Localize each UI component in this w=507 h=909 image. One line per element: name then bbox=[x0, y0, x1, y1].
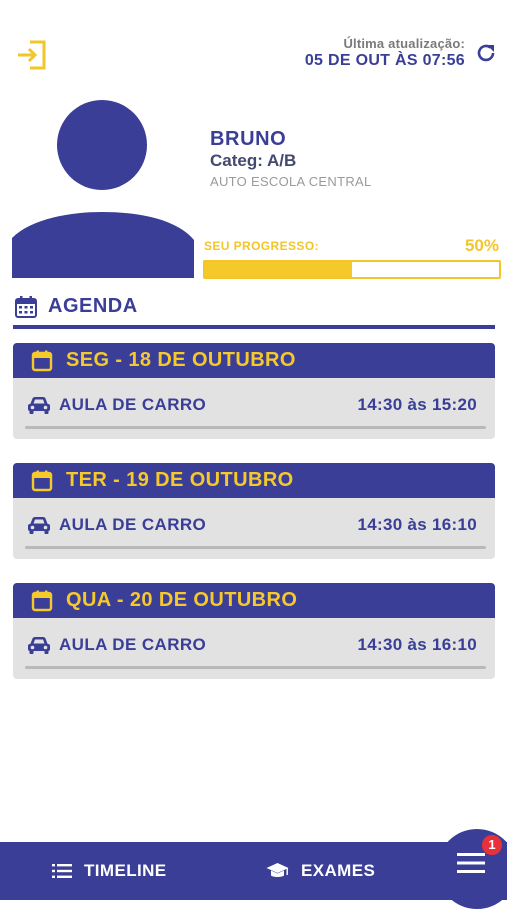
hamburger-icon bbox=[457, 853, 485, 873]
lesson-time: 14:30 às 16:10 bbox=[357, 635, 477, 654]
list-icon bbox=[52, 864, 72, 878]
progress-bar bbox=[203, 260, 501, 279]
agenda-card[interactable]: QUA - 20 DE OUTUBRO AULA DE CARRO 14:30 … bbox=[13, 583, 495, 679]
car-icon bbox=[28, 637, 50, 654]
driving-school: AUTO ESCOLA CENTRAL bbox=[210, 174, 372, 189]
agenda-card[interactable]: SEG - 18 DE OUTUBRO AULA DE CARRO 14:30 … bbox=[13, 343, 495, 439]
card-divider bbox=[25, 426, 486, 429]
lesson-row[interactable]: AULA DE CARRO 14:30 às 15:20 bbox=[13, 378, 495, 430]
calendar-icon bbox=[31, 350, 53, 371]
car-icon bbox=[28, 517, 50, 534]
refresh-icon[interactable] bbox=[475, 42, 497, 64]
progress-value: 50% bbox=[464, 236, 499, 255]
agenda-card[interactable]: TER - 19 DE OUTUBRO AULA DE CARRO 14:30 … bbox=[13, 463, 495, 559]
card-divider bbox=[25, 546, 486, 549]
nav-exames[interactable]: EXAMES bbox=[266, 842, 375, 900]
agenda-card-date: QUA - 20 DE OUTUBRO bbox=[66, 589, 298, 611]
calendar-icon bbox=[15, 296, 37, 318]
card-divider bbox=[25, 666, 486, 669]
logout-icon[interactable] bbox=[14, 38, 48, 72]
last-update-date: 05 DE OUT ÀS 07:56 bbox=[304, 52, 465, 69]
calendar-icon bbox=[31, 590, 53, 611]
nav-timeline-label: TIMELINE bbox=[84, 861, 167, 880]
lesson-time: 14:30 às 15:20 bbox=[357, 395, 477, 414]
lesson-type: AULA DE CARRO bbox=[59, 515, 207, 534]
agenda-divider bbox=[13, 325, 495, 329]
graduation-cap-icon bbox=[266, 863, 289, 877]
avatar bbox=[12, 100, 194, 278]
agenda-card-header[interactable]: SEG - 18 DE OUTUBRO bbox=[13, 343, 495, 378]
calendar-icon bbox=[31, 470, 53, 491]
last-update-label: Última atualização: bbox=[343, 36, 465, 51]
progress-bar-fill bbox=[205, 262, 352, 277]
license-category: Categ: A/B bbox=[210, 151, 297, 170]
lesson-type: AULA DE CARRO bbox=[59, 395, 207, 414]
nav-timeline[interactable]: TIMELINE bbox=[52, 842, 167, 900]
lesson-time: 14:30 às 16:10 bbox=[357, 515, 477, 534]
user-name: BRUNO bbox=[210, 128, 287, 150]
agenda-card-date: SEG - 18 DE OUTUBRO bbox=[66, 349, 296, 371]
agenda-title: AGENDA bbox=[48, 295, 138, 317]
nav-exames-label: EXAMES bbox=[301, 861, 376, 880]
lesson-row[interactable]: AULA DE CARRO 14:30 às 16:10 bbox=[13, 498, 495, 550]
bottom-nav: TIMELINE EXAMES bbox=[0, 842, 507, 900]
lesson-type: AULA DE CARRO bbox=[59, 635, 207, 654]
agenda-card-header[interactable]: TER - 19 DE OUTUBRO bbox=[13, 463, 495, 498]
notification-badge: 1 bbox=[482, 835, 502, 855]
progress-label: SEU PROGRESSO: bbox=[204, 239, 319, 253]
car-icon bbox=[28, 397, 50, 414]
last-update: Última atualização: 05 DE OUT ÀS 07:56 bbox=[305, 36, 465, 70]
agenda-card-date: TER - 19 DE OUTUBRO bbox=[66, 469, 294, 491]
agenda-card-header[interactable]: QUA - 20 DE OUTUBRO bbox=[13, 583, 495, 618]
lesson-row[interactable]: AULA DE CARRO 14:30 às 16:10 bbox=[13, 618, 495, 670]
